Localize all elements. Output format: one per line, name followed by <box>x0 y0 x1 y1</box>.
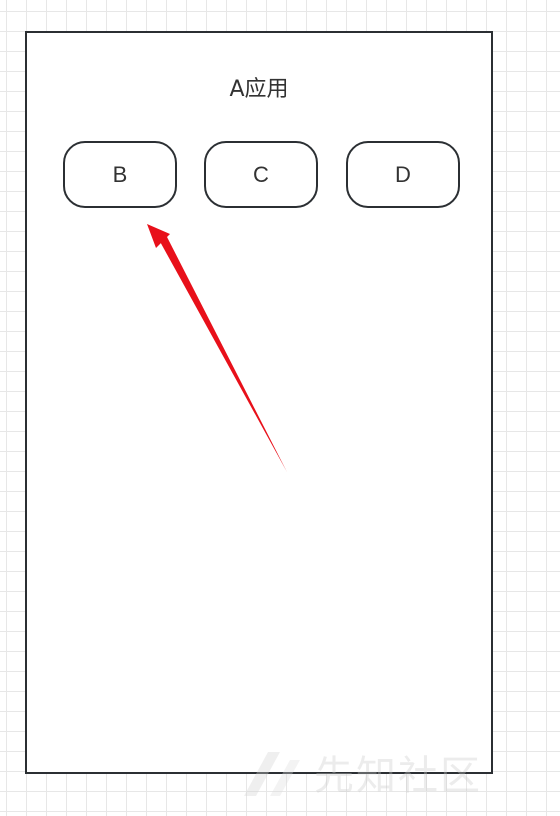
app-frame: A应用 B C D <box>25 31 493 774</box>
watermark-text: 先知社区 <box>314 753 482 799</box>
app-button-d[interactable]: D <box>346 141 460 208</box>
app-title: A应用 <box>229 77 289 102</box>
app-button-c[interactable]: C <box>204 141 318 208</box>
watermark: 先知社区 <box>240 742 482 802</box>
app-button-b[interactable]: B <box>63 141 177 208</box>
watermark-logo-icon <box>244 752 300 796</box>
